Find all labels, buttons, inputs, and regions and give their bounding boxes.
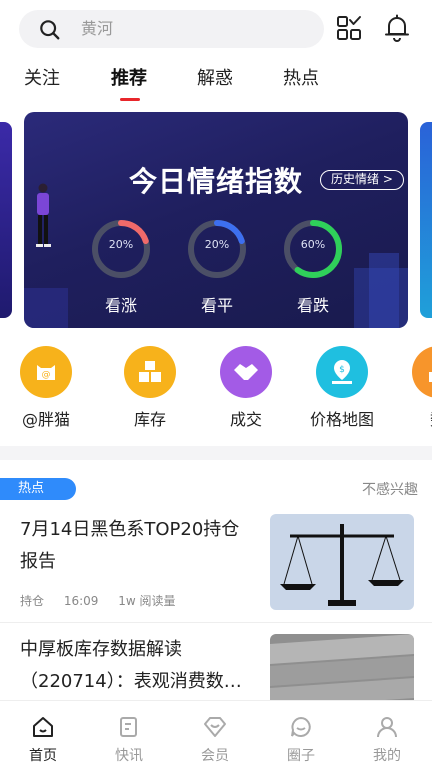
- next-banner-card[interactable]: [420, 122, 432, 318]
- history-sentiment-button[interactable]: 历史情绪 >: [320, 170, 404, 190]
- gauge-value: 20%: [204, 238, 230, 251]
- tab-follow[interactable]: 关注: [24, 66, 60, 92]
- tab-hot[interactable]: 热点: [283, 66, 319, 92]
- article-item[interactable]: 中厚板库存数据解读（220714）：表观消费数…: [0, 634, 432, 700]
- boxes-icon: [124, 346, 176, 398]
- hot-section-tag: 热点: [0, 478, 76, 500]
- gauge-value: 60%: [300, 238, 326, 251]
- section-divider: [0, 446, 432, 460]
- article-tag: 持仓: [20, 594, 45, 608]
- banner-carousel[interactable]: 今日情绪指数 历史情绪 > 20% 看涨 20% 看平 60% 看跌: [0, 112, 432, 328]
- article-time: 16:09: [63, 594, 99, 608]
- gauge-label: 看跌: [296, 296, 329, 315]
- not-interested-button[interactable]: 不感兴趣: [362, 479, 418, 499]
- top-bar: 黄河: [0, 0, 432, 56]
- quick-links: @ @胖猫 库存 成交 $ 价格地图 数: [0, 346, 432, 436]
- quick-link-inventory[interactable]: 库存: [104, 346, 196, 436]
- circle-chat-icon: [291, 716, 311, 737]
- article-reads: 1w 阅读量: [118, 594, 176, 608]
- person-illustration: [36, 183, 51, 247]
- article-item[interactable]: 7月14日黑色系TOP20持仓报告 持仓 16:09 1w 阅读量: [0, 514, 432, 632]
- banner-title: 今日情绪指数: [129, 165, 304, 198]
- steel-plates-thumbnail: [270, 634, 414, 700]
- map-pin-icon: $: [316, 346, 368, 398]
- nav-home[interactable]: 首页: [0, 701, 86, 768]
- active-tab-indicator: [120, 98, 140, 101]
- member-icon: [204, 717, 226, 737]
- quick-link-data[interactable]: 数: [392, 346, 432, 436]
- nav-member[interactable]: 会员: [172, 701, 258, 768]
- prev-banner-card[interactable]: [0, 122, 12, 318]
- quick-link-label: @胖猫: [21, 410, 70, 429]
- quick-link-label: 数: [392, 406, 432, 430]
- data-icon: [412, 346, 432, 398]
- quick-link-price-map[interactable]: $ 价格地图: [296, 346, 388, 436]
- nav-label: 快讯: [115, 748, 143, 764]
- scan-check-icon[interactable]: [336, 15, 362, 41]
- scale-balance-thumbnail: [270, 514, 414, 610]
- gauge-label: 看平: [200, 296, 233, 315]
- tab-bar: 关注 推荐 解惑 热点: [0, 60, 432, 104]
- article-feed: 热点 不感兴趣 7月14日黑色系TOP20持仓报告 持仓 16:09 1w 阅读…: [0, 460, 432, 700]
- nav-circle[interactable]: 圈子: [258, 701, 344, 768]
- article-divider: [0, 622, 432, 623]
- nav-label: 首页: [29, 748, 57, 764]
- article-meta: 持仓 16:09 1w 阅读量: [20, 592, 192, 609]
- gauge-label: 看涨: [104, 296, 137, 315]
- svg-text:$: $: [339, 365, 345, 375]
- bell-icon[interactable]: [384, 14, 410, 42]
- search-placeholder: 黄河: [81, 19, 114, 38]
- profile-icon: [377, 717, 397, 738]
- bottom-navigation: 首页 快讯 会员 圈子 我的: [0, 700, 432, 768]
- news-icon: [120, 717, 137, 737]
- tab-qa[interactable]: 解惑: [197, 66, 233, 92]
- gauge-value: 20%: [108, 238, 134, 251]
- nav-news[interactable]: 快讯: [86, 701, 172, 768]
- article-title: 中厚板库存数据解读（220714）：表观消费数…: [20, 639, 242, 692]
- cat-icon: @: [20, 346, 72, 398]
- sentiment-banner[interactable]: 今日情绪指数 历史情绪 > 20% 看涨 20% 看平 60% 看跌: [24, 112, 408, 328]
- handshake-icon: [220, 346, 272, 398]
- search-icon: [40, 20, 60, 40]
- nav-profile[interactable]: 我的: [344, 701, 430, 768]
- svg-text:@: @: [42, 370, 51, 380]
- nav-label: 我的: [373, 748, 401, 764]
- quick-link-label: 价格地图: [309, 410, 374, 429]
- nav-label: 圈子: [287, 748, 315, 764]
- quick-link-deals[interactable]: 成交: [200, 346, 292, 436]
- quick-link-label: 成交: [229, 410, 262, 429]
- article-title: 7月14日黑色系TOP20持仓报告: [20, 519, 240, 572]
- quick-link-fat-cat[interactable]: @ @胖猫: [0, 346, 92, 436]
- home-icon: [33, 717, 53, 737]
- tab-recommend[interactable]: 推荐: [111, 66, 147, 92]
- nav-label: 会员: [201, 748, 229, 764]
- search-bar[interactable]: 黄河: [19, 10, 324, 48]
- quick-link-label: 库存: [133, 410, 166, 429]
